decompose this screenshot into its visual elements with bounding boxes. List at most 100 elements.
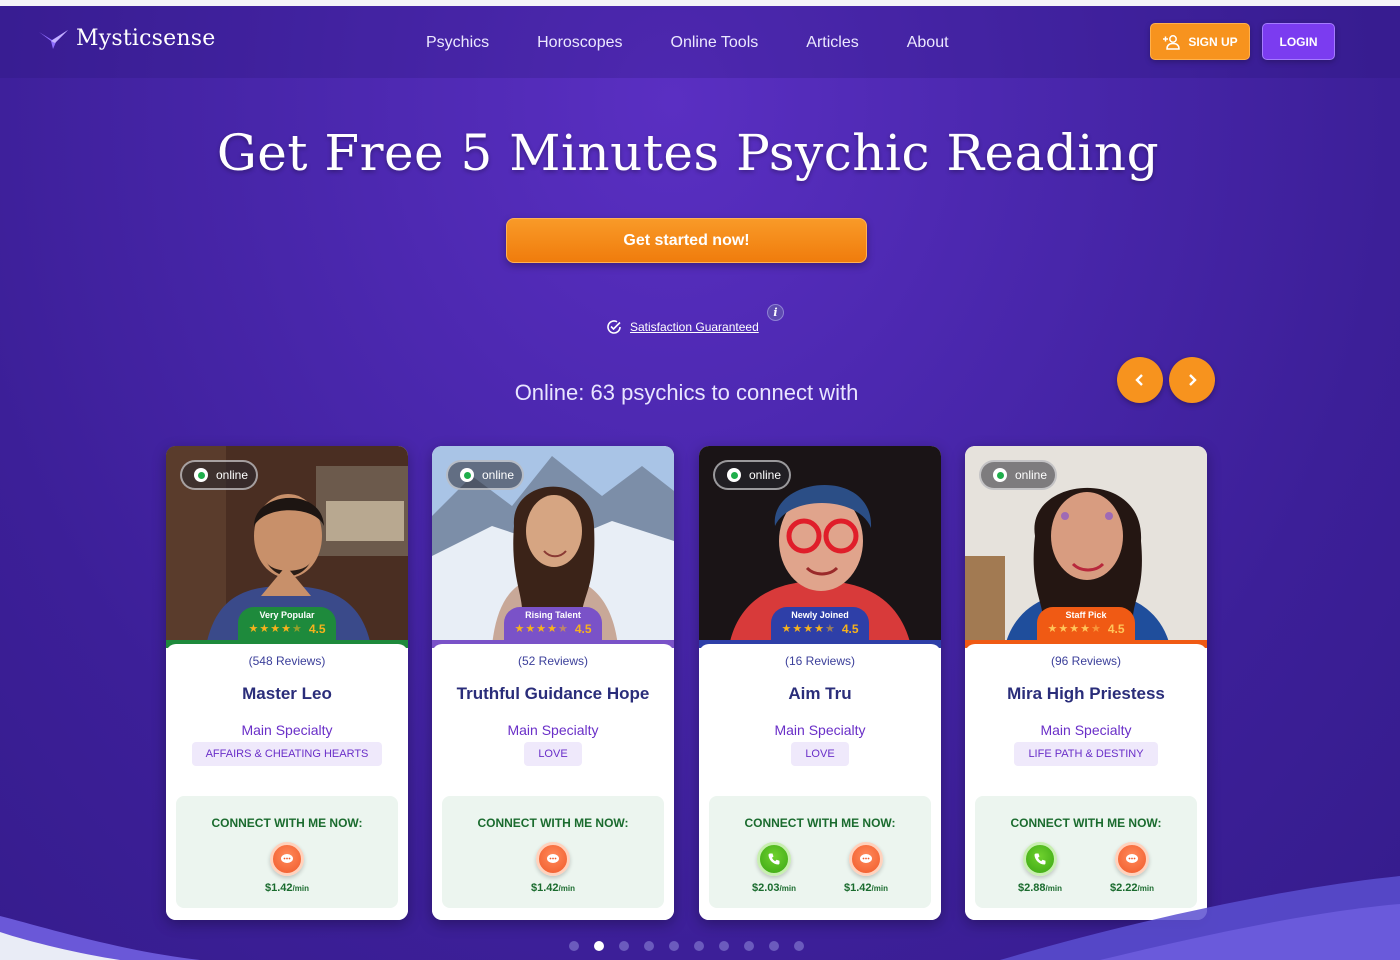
online-status-label: online (749, 468, 782, 482)
get-started-button[interactable]: Get started now! (506, 218, 867, 263)
rating-value: 4.5 (841, 622, 859, 636)
chevron-right-icon (1189, 374, 1197, 386)
psychic-card[interactable]: online Newly Joined ★ ★ ★ ★ ★ 4.5 (16 Review… (699, 446, 941, 920)
check-circle-icon (607, 320, 621, 334)
specialty-tag: LOVE (524, 742, 582, 766)
rating-value: 4.5 (574, 622, 592, 636)
online-status-label: online (1015, 468, 1048, 482)
online-status-pill: online (713, 460, 791, 490)
specialty-tag: AFFAIRS & CHEATING HEARTS (191, 742, 383, 766)
specialty-label: Main Specialty (1040, 722, 1132, 738)
satisfaction-guaranteed-link[interactable]: Satisfaction Guaranteed (606, 319, 759, 335)
bird-logo-icon (39, 29, 68, 49)
star-icon: ★ (1069, 622, 1080, 635)
info-icon[interactable]: i (767, 304, 784, 321)
carousel-dot[interactable] (569, 941, 579, 951)
psychic-badge: Very Popular ★ ★ ★ ★ ★ 4.5 (238, 607, 336, 643)
rating-value: 4.5 (308, 622, 326, 636)
carousel-dot[interactable] (644, 941, 654, 951)
carousel-next-button[interactable] (1169, 357, 1215, 403)
half-star-icon: ★ (557, 622, 568, 635)
star-icon: ★ (814, 622, 824, 635)
hero-section: Mysticsense Psychics Horoscopes Online T… (0, 6, 1400, 960)
carousel-dot[interactable] (694, 941, 704, 951)
logo[interactable]: Mysticsense (38, 26, 215, 51)
nav-horoscopes[interactable]: Horoscopes (537, 34, 622, 52)
satisfaction-label: Satisfaction Guaranteed (630, 320, 759, 334)
online-count-text: Online: 63 psychics to connect with (514, 380, 859, 405)
star-icon: ★ (248, 622, 259, 635)
star-icon: ★ (547, 622, 557, 635)
psychic-name[interactable]: Truthful Guidance Hope (432, 684, 674, 704)
badge-label: Staff Pick (1065, 610, 1107, 620)
online-status-pill: online (446, 460, 524, 490)
online-status-pill: online (979, 460, 1057, 490)
psychic-badge: Staff Pick ★ ★ ★ ★ ★ 4.5 (1037, 607, 1135, 643)
star-icon: ★ (803, 622, 814, 635)
specialty-label: Main Specialty (241, 722, 333, 738)
specialty-tag: LIFE PATH & DESTINY (1014, 742, 1158, 766)
star-icon: ★ (1080, 622, 1090, 635)
nav-psychics[interactable]: Psychics (426, 34, 489, 52)
carousel-dot[interactable] (794, 941, 804, 951)
carousel-dot[interactable] (769, 941, 779, 951)
online-status-pill: online (180, 460, 258, 490)
connect-title: CONNECT WITH ME NOW: (1010, 816, 1162, 830)
psychic-card[interactable]: online Very Popular ★ ★ ★ ★ ★ 4.5 (548 Revie… (166, 446, 408, 920)
specialty-tag: LOVE (791, 742, 849, 766)
online-dot-icon (727, 468, 741, 482)
half-star-icon: ★ (291, 622, 302, 635)
login-button[interactable]: LOGIN (1262, 23, 1335, 60)
psychic-name[interactable]: Mira High Priestess (965, 684, 1207, 704)
specialty-label: Main Specialty (507, 722, 599, 738)
carousel-dot[interactable] (744, 941, 754, 951)
star-icon: ★ (259, 622, 270, 635)
review-count[interactable]: (16 Reviews) (699, 654, 941, 668)
carousel-dot[interactable] (619, 941, 629, 951)
nav-about[interactable]: About (907, 34, 949, 52)
online-status-label: online (216, 468, 249, 482)
nav-online-tools[interactable]: Online Tools (671, 34, 759, 52)
nav-articles[interactable]: Articles (806, 34, 858, 52)
specialty-label: Main Specialty (774, 722, 866, 738)
signup-button[interactable]: SIGN UP (1150, 23, 1250, 60)
star-rating: ★ ★ ★ ★ ★ 4.5 (504, 622, 602, 636)
star-icon: ★ (514, 622, 525, 635)
online-status-label: online (482, 468, 515, 482)
add-user-icon (1163, 34, 1181, 50)
half-star-icon: ★ (1090, 622, 1101, 635)
psychic-badge: Rising Talent ★ ★ ★ ★ ★ 4.5 (504, 607, 602, 643)
psychic-name[interactable]: Aim Tru (699, 684, 941, 704)
badge-label: Very Popular (259, 610, 315, 620)
half-star-icon: ★ (824, 622, 835, 635)
psychic-card[interactable]: online Rising Talent ★ ★ ★ ★ ★ 4.5 (52 Revie… (432, 446, 674, 920)
site-header: Mysticsense Psychics Horoscopes Online T… (0, 6, 1400, 78)
star-icon: ★ (1058, 622, 1069, 635)
specialty-tag-wrap: LOVE (699, 742, 941, 766)
connect-title: CONNECT WITH ME NOW: (744, 816, 896, 830)
online-dot-icon (194, 468, 208, 482)
online-dot-icon (460, 468, 474, 482)
star-icon: ★ (1047, 622, 1058, 635)
connect-title: CONNECT WITH ME NOW: (477, 816, 629, 830)
psychic-badge: Newly Joined ★ ★ ★ ★ ★ 4.5 (771, 607, 869, 643)
badge-label: Rising Talent (525, 610, 581, 620)
rating-value: 4.5 (1107, 622, 1125, 636)
logo-text: Mysticsense (76, 26, 216, 51)
main-nav: Psychics Horoscopes Online Tools Article… (426, 34, 949, 52)
specialty-tag-wrap: LIFE PATH & DESTINY (965, 742, 1207, 766)
carousel-dot[interactable] (669, 941, 679, 951)
carousel-dot[interactable] (594, 941, 604, 951)
psychic-card[interactable]: online Staff Pick ★ ★ ★ ★ ★ 4.5 (96 Reviews)… (965, 446, 1207, 920)
review-count[interactable]: (548 Reviews) (166, 654, 408, 668)
review-count[interactable]: (52 Reviews) (432, 654, 674, 668)
star-icon: ★ (792, 622, 803, 635)
carousel-dot[interactable] (719, 941, 729, 951)
badge-label: Newly Joined (791, 610, 849, 620)
review-count[interactable]: (96 Reviews) (965, 654, 1207, 668)
psychic-name[interactable]: Master Leo (166, 684, 408, 704)
star-rating: ★ ★ ★ ★ ★ 4.5 (238, 622, 336, 636)
specialty-tag-wrap: LOVE (432, 742, 674, 766)
carousel-prev-button[interactable] (1117, 357, 1163, 403)
star-rating: ★ ★ ★ ★ ★ 4.5 (1037, 622, 1135, 636)
